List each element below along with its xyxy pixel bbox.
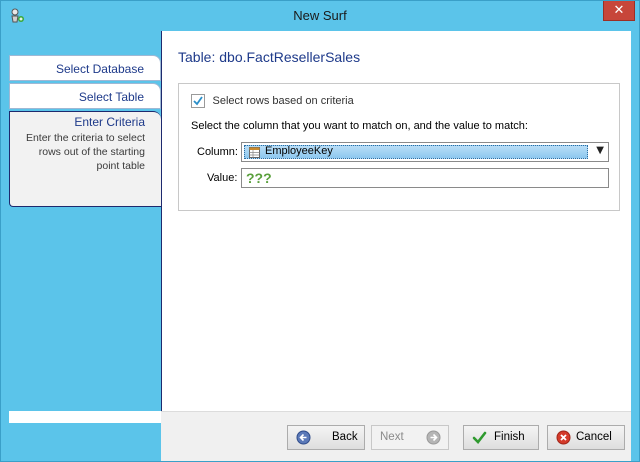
column-label: Column: (197, 146, 238, 158)
next-button-label: Next (380, 431, 404, 443)
checkmark-icon (472, 431, 487, 444)
sidebar-item-select-database[interactable]: Select Database (9, 55, 161, 81)
sidebar-item-select-table[interactable]: Select Table (9, 83, 161, 109)
page-title: Table: dbo.FactResellerSales (178, 49, 361, 65)
sidebar-item-label: Select Table (78, 90, 144, 104)
value-label: Value: (207, 172, 238, 184)
wizard-steps-sidebar: Select Database Select Table Enter Crite… (9, 31, 161, 411)
sidebar-footer-strip (9, 411, 161, 423)
value-input[interactable]: ??? (241, 168, 609, 188)
cancel-button-label: Cancel (576, 431, 612, 443)
wizard-window: New Surf ✕ Select Database Select Table … (0, 0, 640, 462)
instructions-text: Select the column that you want to match… (191, 120, 528, 132)
main-panel: Table: dbo.FactResellerSales Select rows… (161, 31, 631, 423)
wizard-footer: Back Next Finish Cancel (161, 411, 631, 461)
column-select-highlight: EmployeeKey (244, 145, 588, 159)
title-bar: New Surf ✕ (1, 1, 639, 31)
column-select-value: EmployeeKey (265, 145, 333, 157)
sidebar-item-description: Enter the criteria to select rows out of… (25, 132, 145, 172)
finish-button-label: Finish (494, 431, 525, 443)
column-field-icon (249, 147, 260, 158)
sidebar-item-enter-criteria[interactable]: Enter Criteria Enter the criteria to sel… (9, 111, 161, 207)
cancel-icon (556, 430, 571, 445)
window-title: New Surf (293, 8, 347, 23)
sidebar-item-label: Enter Criteria (74, 115, 145, 129)
criteria-checkbox-row[interactable]: Select rows based on criteria (191, 94, 354, 110)
back-button[interactable]: Back (287, 425, 365, 450)
criteria-group: Select rows based on criteria Select the… (178, 83, 620, 211)
cancel-button[interactable]: Cancel (547, 425, 625, 450)
close-button[interactable]: ✕ (603, 1, 635, 21)
next-arrow-icon (426, 430, 441, 445)
sidebar-item-label: Select Database (55, 62, 144, 76)
back-arrow-icon (296, 430, 311, 445)
back-button-label: Back (332, 431, 358, 443)
criteria-checkbox-label: Select rows based on criteria (212, 95, 354, 107)
chevron-down-icon[interactable]: ▼ (596, 145, 604, 156)
finish-button[interactable]: Finish (463, 425, 539, 450)
next-button[interactable]: Next (371, 425, 449, 450)
checkbox-checked-icon[interactable] (191, 94, 205, 108)
column-select[interactable]: EmployeeKey ▼ (241, 142, 609, 162)
